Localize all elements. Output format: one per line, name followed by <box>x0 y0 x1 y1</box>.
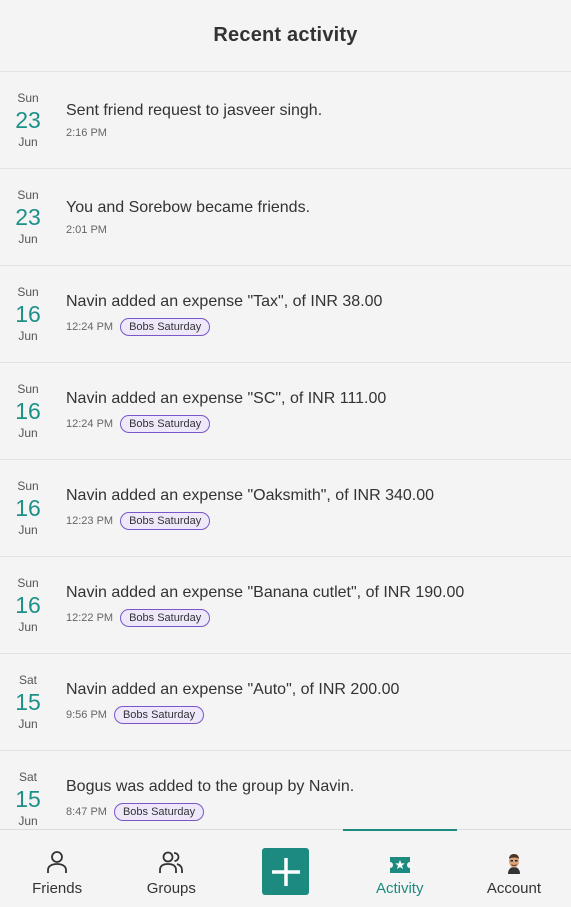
date-block: Sun 16 Jun <box>0 285 56 343</box>
activity-text: Sent friend request to jasveer singh. <box>66 102 323 119</box>
day-number: 15 <box>15 786 41 812</box>
weekday: Sun <box>17 188 39 202</box>
day-number: 16 <box>15 592 41 618</box>
group-badge[interactable]: Bobs Saturday <box>113 706 205 724</box>
person-icon <box>46 850 68 874</box>
month: Jun <box>18 426 38 440</box>
top-bar: Recent activity <box>0 0 571 72</box>
group-badge[interactable]: Bobs Saturday <box>120 415 211 433</box>
activity-text: Bogus was added to the group by Navin. <box>66 778 355 795</box>
activity-time: 9:56 PM <box>66 709 107 721</box>
date-block: Sun 23 Jun <box>0 188 56 246</box>
group-badge[interactable]: Bobs Saturday <box>120 512 211 530</box>
activity-text: Navin added an expense "SC", of INR 111.… <box>66 390 387 407</box>
weekday: Sun <box>17 285 39 299</box>
activity-meta: 12:24 PM Bobs Saturday <box>66 415 386 433</box>
activity-meta: 12:23 PM Bobs Saturday <box>66 512 434 530</box>
activity-item[interactable]: Sun 16 Jun Navin added an expense "Oaksm… <box>0 460 571 557</box>
day-number: 16 <box>15 495 41 521</box>
people-icon <box>159 850 184 874</box>
activity-content: Navin added an expense "Tax", of INR 38.… <box>56 292 382 336</box>
avatar <box>502 852 525 874</box>
activity-item[interactable]: Sun 16 Jun Navin added an expense "SC", … <box>0 363 571 460</box>
activity-item[interactable]: Sat 15 Jun Bogus was added to the group … <box>0 751 571 830</box>
month: Jun <box>18 329 38 343</box>
weekday: Sat <box>18 770 37 784</box>
day-number: 16 <box>15 301 41 327</box>
weekday: Sun <box>17 576 39 590</box>
month: Jun <box>18 620 38 634</box>
plus-icon <box>270 856 302 888</box>
activity-item[interactable]: Sun 16 Jun Navin added an expense "Tax",… <box>0 266 571 363</box>
activity-time: 8:47 PM <box>66 806 107 818</box>
tab-label: Friends <box>32 880 83 897</box>
weekday: Sat <box>18 673 37 687</box>
month: Jun <box>18 232 38 246</box>
activity-content: You and Sorebow became friends. 2:01 PM <box>56 198 310 236</box>
activity-content: Navin added an expense "Banana cutlet", … <box>56 583 464 627</box>
date-block: Sat 15 Jun <box>0 673 56 731</box>
activity-time: 12:24 PM <box>66 418 114 430</box>
activity-item[interactable]: Sun 16 Jun Navin added an expense "Banan… <box>0 557 571 654</box>
add-expense-tab[interactable] <box>228 830 342 907</box>
day-number: 15 <box>15 689 41 715</box>
tab-activity[interactable]: Activity <box>342 829 458 907</box>
date-block: Sun 16 Jun <box>0 479 56 537</box>
weekday: Sun <box>17 382 39 396</box>
tab-label: Groups <box>146 880 196 897</box>
activity-time: 12:23 PM <box>66 515 114 527</box>
activity-text: You and Sorebow became friends. <box>66 199 311 216</box>
activity-content: Navin added an expense "Oaksmith", of IN… <box>56 486 434 530</box>
date-block: Sun 16 Jun <box>0 382 56 440</box>
tab-account[interactable]: Account <box>457 830 571 907</box>
weekday: Sun <box>17 479 39 493</box>
activity-content: Bogus was added to the group by Navin. 8… <box>56 777 354 821</box>
activity-content: Navin added an expense "Auto", of INR 20… <box>56 680 399 724</box>
activity-time: 12:24 PM <box>66 321 114 333</box>
tab-friends[interactable]: Friends <box>0 830 114 907</box>
activity-text: Navin added an expense "Oaksmith", of IN… <box>66 487 435 504</box>
activity-time: 2:16 PM <box>66 127 107 139</box>
activity-meta: 12:24 PM Bobs Saturday <box>66 318 382 336</box>
day-number: 23 <box>15 204 41 230</box>
activity-meta: 12:22 PM Bobs Saturday <box>66 609 464 627</box>
activity-item[interactable]: Sat 15 Jun Navin added an expense "Auto"… <box>0 654 571 751</box>
group-badge[interactable]: Bobs Saturday <box>120 609 211 627</box>
date-block: Sat 15 Jun <box>0 770 56 828</box>
month: Jun <box>18 135 38 149</box>
day-number: 23 <box>15 107 41 133</box>
month: Jun <box>18 717 38 731</box>
date-block: Sun 16 Jun <box>0 576 56 634</box>
tab-label: Account <box>486 880 542 897</box>
weekday: Sun <box>17 91 39 105</box>
activity-text: Navin added an expense "Banana cutlet", … <box>66 584 465 601</box>
activity-item[interactable]: Sun 23 Jun Sent friend request to jasvee… <box>0 72 571 169</box>
activity-meta: 8:47 PM Bobs Saturday <box>66 803 354 821</box>
month: Jun <box>18 523 38 537</box>
activity-item[interactable]: Sun 23 Jun You and Sorebow became friend… <box>0 169 571 266</box>
tab-groups[interactable]: Groups <box>114 830 228 907</box>
activity-text: Navin added an expense "Tax", of INR 38.… <box>66 293 383 310</box>
activity-content: Navin added an expense "SC", of INR 111.… <box>56 389 386 433</box>
activity-meta: 2:01 PM <box>66 224 310 236</box>
activity-text: Navin added an expense "Auto", of INR 20… <box>66 681 400 698</box>
tab-label: Activity <box>375 880 424 897</box>
group-badge[interactable]: Bobs Saturday <box>113 803 205 821</box>
activity-content: Sent friend request to jasveer singh. 2:… <box>56 101 322 139</box>
activity-list[interactable]: Sun 23 Jun Sent friend request to jasvee… <box>0 72 571 830</box>
ticket-star-icon <box>389 856 411 874</box>
activity-meta: 2:16 PM <box>66 127 322 139</box>
add-expense-button[interactable] <box>262 848 309 895</box>
activity-time: 12:22 PM <box>66 612 114 624</box>
activity-meta: 9:56 PM Bobs Saturday <box>66 706 399 724</box>
bottom-nav: Friends Groups Activity Account <box>0 829 571 907</box>
page-title: Recent activity <box>213 24 358 46</box>
activity-time: 2:01 PM <box>66 224 107 236</box>
day-number: 16 <box>15 398 41 424</box>
date-block: Sun 23 Jun <box>0 91 56 149</box>
group-badge[interactable]: Bobs Saturday <box>120 318 211 336</box>
month: Jun <box>18 814 38 828</box>
